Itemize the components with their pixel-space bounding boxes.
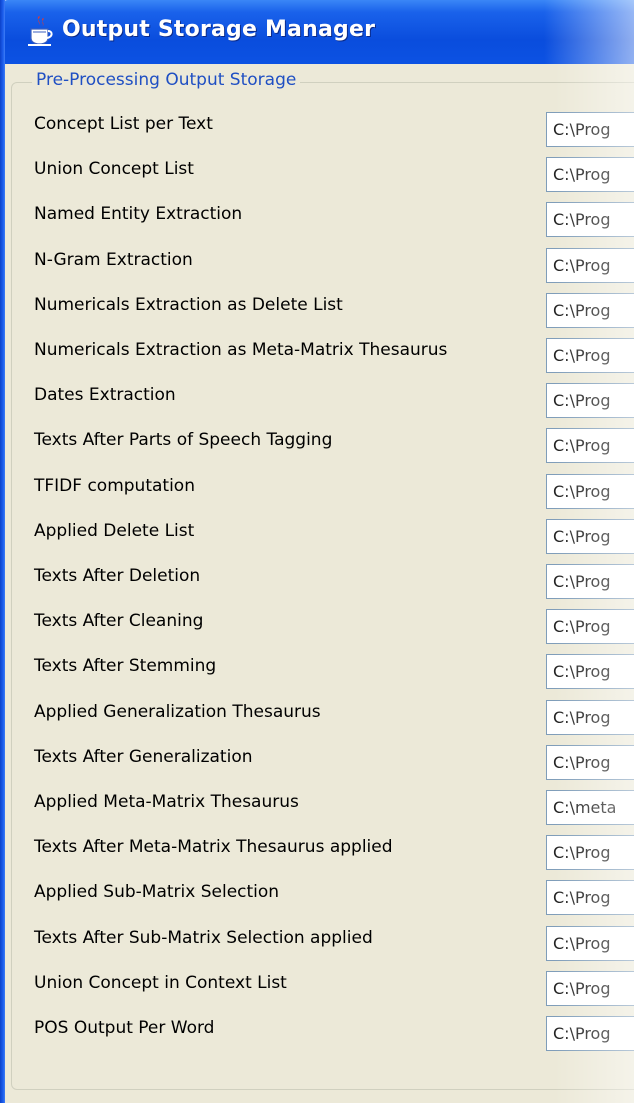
storage-path-field[interactable]: C:\Prog: [546, 473, 634, 509]
storage-path-field[interactable]: C:\Prog: [546, 157, 634, 193]
storage-path-field[interactable]: C:\Prog: [546, 247, 634, 283]
java-cup-icon: [28, 16, 53, 46]
storage-label: Union Concept List: [34, 159, 194, 180]
window-title: Output Storage Manager: [62, 17, 376, 42]
storage-label: Texts After Stemming: [34, 656, 217, 677]
storage-label: Texts After Meta-Matrix Thesaurus applie…: [34, 837, 393, 858]
storage-path-field[interactable]: C:\Prog: [546, 202, 634, 238]
storage-label: Applied Generalization Thesaurus: [34, 701, 321, 722]
storage-label: Concept List per Text: [34, 114, 213, 134]
group-title: Pre-Processing Output Storage: [32, 70, 301, 90]
storage-label: Texts After Sub-Matrix Selection applied: [34, 927, 373, 948]
storage-label: TFIDF computation: [34, 475, 195, 496]
storage-label: Texts After Cleaning: [34, 611, 204, 632]
storage-label: Applied Meta-Matrix Thesaurus: [34, 792, 299, 812]
storage-label: POS Output Per Word: [34, 1018, 215, 1038]
storage-label: Dates Extraction: [34, 385, 176, 406]
storage-label: Texts After Parts of Speech Tagging: [34, 430, 333, 451]
storage-label: Numericals Extraction as Meta-Matrix The…: [34, 340, 448, 360]
storage-label: Texts After Deletion: [34, 566, 201, 586]
title-bar[interactable]: Output Storage Manager: [0, 0, 634, 64]
storage-path-field[interactable]: C:\Prog: [546, 609, 634, 645]
storage-path-field[interactable]: C:\Prog: [546, 428, 634, 464]
storage-path-field[interactable]: C:\Prog: [546, 880, 634, 916]
storage-label: N-Gram Extraction: [34, 249, 193, 270]
storage-path-field[interactable]: C:\Prog: [546, 699, 634, 735]
storage-label: Applied Delete List: [34, 520, 195, 541]
storage-label: Union Concept in Context List: [34, 972, 287, 993]
storage-path-field[interactable]: C:\Prog: [546, 112, 634, 147]
storage-path-field[interactable]: C:\Prog: [546, 292, 634, 328]
storage-path-field[interactable]: C:\Prog: [546, 654, 634, 690]
storage-path-field[interactable]: C:\Prog: [546, 835, 634, 871]
output-storage-manager-window: Output Storage Manager Pre-Processing Ou…: [0, 0, 634, 1103]
storage-path-field[interactable]: C:\Prog: [546, 383, 634, 419]
storage-path-field[interactable]: C:\Prog: [546, 564, 634, 599]
storage-path-field[interactable]: C:\Prog: [546, 518, 634, 554]
storage-label: Named Entity Extraction: [34, 204, 243, 225]
storage-path-field[interactable]: C:\meta: [546, 790, 634, 825]
storage-path-field[interactable]: C:\Prog: [546, 970, 634, 1006]
storage-label: Applied Sub-Matrix Selection: [34, 882, 280, 903]
storage-label: Numericals Extraction as Delete List: [34, 294, 343, 315]
storage-label: Texts After Generalization: [34, 746, 253, 767]
storage-path-field[interactable]: C:\Prog: [546, 744, 634, 780]
storage-path-field[interactable]: C:\Prog: [546, 338, 634, 373]
storage-path-field[interactable]: C:\Prog: [546, 1016, 634, 1051]
storage-path-field[interactable]: C:\Prog: [546, 925, 634, 961]
